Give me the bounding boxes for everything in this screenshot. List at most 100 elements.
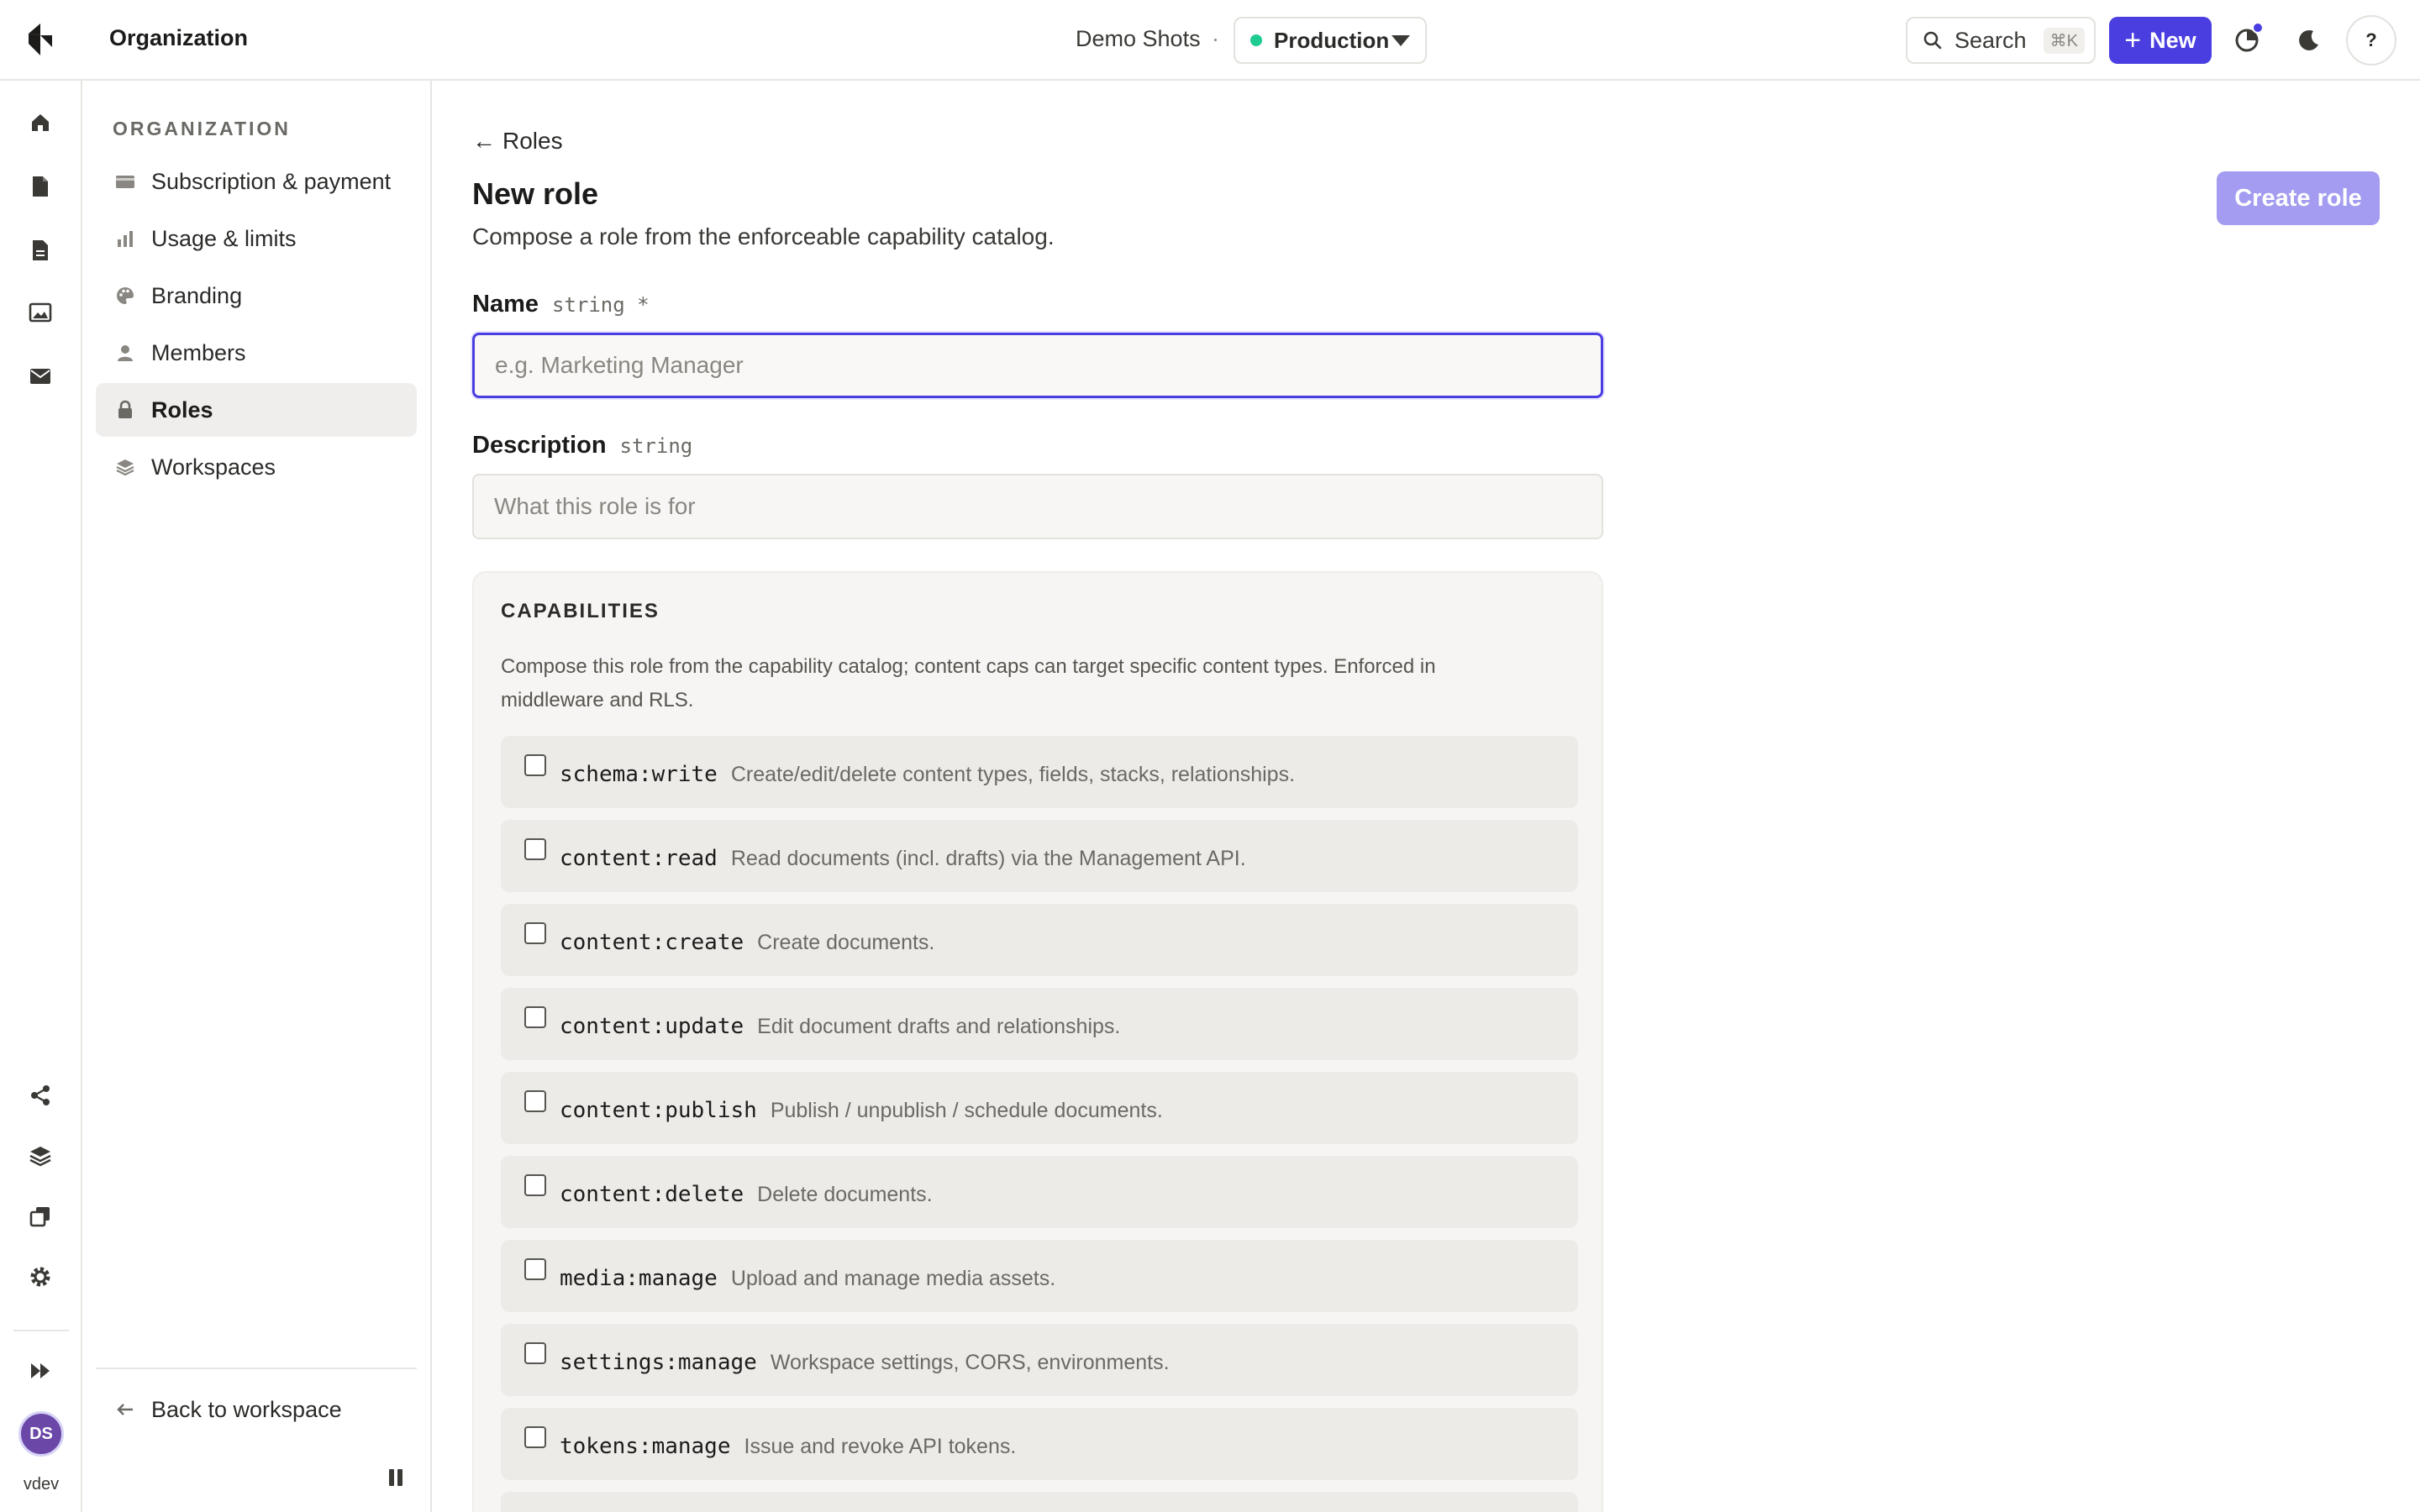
capabilities-heading: CAPABILITIES [501,600,660,622]
capability-row[interactable]: content:read Read documents (incl. draft… [501,820,1578,892]
fast-forward-icon[interactable] [24,1354,57,1388]
sidebar-heading: ORGANIZATION [113,118,291,139]
sidebar-item-branding[interactable]: Branding [96,269,417,323]
capability-checkbox[interactable] [524,838,546,860]
capability-checkbox[interactable] [524,1174,546,1196]
capability-checkbox[interactable] [524,922,546,944]
main-content: ← Roles New role Compose a role from the… [432,81,2420,1512]
back-to-workspace-link[interactable]: Back to workspace [96,1383,417,1436]
sidebar-item-label: Members [151,339,246,365]
search-button[interactable]: Search ⌘K [1906,17,2096,64]
environment-label: Production [1274,27,1390,53]
name-field-label: Name string * [472,291,650,318]
breadcrumb-separator: · [1212,26,1219,51]
copy-icon[interactable] [24,1200,57,1233]
description-label: Description [472,432,607,459]
theme-toggle-button[interactable] [2291,22,2328,59]
document-icon[interactable] [24,170,57,203]
capability-code: content:delete [560,1182,744,1207]
caret-down-icon [1392,35,1410,46]
project-name[interactable]: Demo Shots [1076,26,1201,52]
help-button[interactable]: ? [2346,15,2396,66]
capability-checkbox[interactable] [524,1342,546,1364]
home-icon[interactable] [24,106,57,139]
description-input[interactable] [472,474,1603,539]
capabilities-description: Compose this role from the capability ca… [501,655,1436,711]
app-logo-icon[interactable] [24,18,57,60]
page-title: New role [472,176,599,211]
sidebar-divider [96,1368,417,1369]
capability-row[interactable]: content:publish Publish / unpublish / sc… [501,1072,1578,1144]
share-icon[interactable] [24,1079,57,1112]
name-input[interactable] [472,333,1603,398]
capability-code: content:create [560,930,744,955]
back-to-roles-link[interactable]: ← Roles [472,128,563,155]
capability-row[interactable]: schema:write Create/edit/delete content … [501,736,1578,808]
name-type: string * [552,293,650,317]
sidebar-item-label: Usage & limits [151,225,297,251]
mail-icon[interactable] [24,360,57,393]
capability-row[interactable]: settings:manage Workspace settings, CORS… [501,1324,1578,1396]
create-role-button[interactable]: Create role [2217,171,2380,225]
search-icon [1923,31,1942,50]
palette-icon [113,283,138,308]
arrow-left-icon: ← [472,128,496,154]
plus-icon: + [2124,24,2142,56]
gear-icon[interactable] [24,1260,57,1294]
description-type: string [619,434,693,458]
capability-description: Read documents (incl. drafts) via the Ma… [730,846,1246,870]
page-subtitle: Compose a role from the enforceable capa… [472,223,1055,249]
environment-select[interactable]: Production [1234,17,1427,64]
capability-description: Delete documents. [757,1182,933,1206]
organization-sidebar: ORGANIZATION Subscription & payment Usag… [82,81,432,1512]
sidebar-item-label: Subscription & payment [151,168,392,194]
credit-card-icon [113,169,138,194]
sidebar-item-roles[interactable]: Roles [96,383,417,437]
capability-row[interactable]: media:manage Upload and manage media ass… [501,1240,1578,1312]
capability-checkbox[interactable] [524,1090,546,1112]
environment-status-dot [1250,34,1262,46]
layers-icon[interactable] [24,1139,57,1173]
new-label: New [2149,27,2196,53]
capability-row[interactable]: content:delete Delete documents. [501,1156,1578,1228]
capability-description: Publish / unpublish / schedule documents… [770,1098,1163,1122]
capability-code: content:update [560,1014,744,1039]
capability-checkbox[interactable] [524,1006,546,1028]
search-label: Search [1954,27,2027,53]
capability-row[interactable]: content:create Create documents. [501,904,1578,976]
lock-icon [113,397,138,423]
icon-rail: DS vdev [0,81,82,1512]
capability-code: content:read [560,846,718,871]
search-shortcut: ⌘K [2043,27,2085,54]
capability-checkbox[interactable] [524,754,546,776]
name-label: Name [472,291,539,318]
notifications-button[interactable] [2228,22,2265,59]
new-button[interactable]: + New [2109,17,2212,64]
app-title: Organization [109,25,249,50]
capability-description: Issue and revoke API tokens. [744,1434,1017,1458]
collapse-sidebar-icon[interactable] [385,1467,407,1488]
image-icon[interactable] [24,296,57,329]
capability-row-partial[interactable] [501,1492,1578,1512]
sidebar-item-members[interactable]: Members [96,326,417,380]
moon-icon [2299,29,2318,50]
stack-icon [113,454,138,480]
sidebar-item-label: Branding [151,282,243,308]
avatar[interactable]: DS [18,1411,64,1457]
capability-code: schema:write [560,762,718,787]
capability-row[interactable]: content:update Edit document drafts and … [501,988,1578,1060]
sidebar-item-workspaces[interactable]: Workspaces [96,440,417,494]
capability-row[interactable]: tokens:manage Issue and revoke API token… [501,1408,1578,1480]
pages-icon[interactable] [24,234,57,267]
bar-chart-icon [113,226,138,251]
capability-description: Workspace settings, CORS, environments. [770,1350,1170,1374]
capability-checkbox[interactable] [524,1426,546,1448]
rail-divider [13,1330,69,1331]
back-to-roles-label: Roles [502,128,563,154]
user-icon [113,340,138,365]
capability-code: media:manage [560,1266,718,1291]
capability-checkbox[interactable] [524,1258,546,1280]
sidebar-item-usage[interactable]: Usage & limits [96,212,417,265]
sidebar-item-subscription[interactable]: Subscription & payment [96,155,417,208]
capability-code: settings:manage [560,1350,757,1375]
